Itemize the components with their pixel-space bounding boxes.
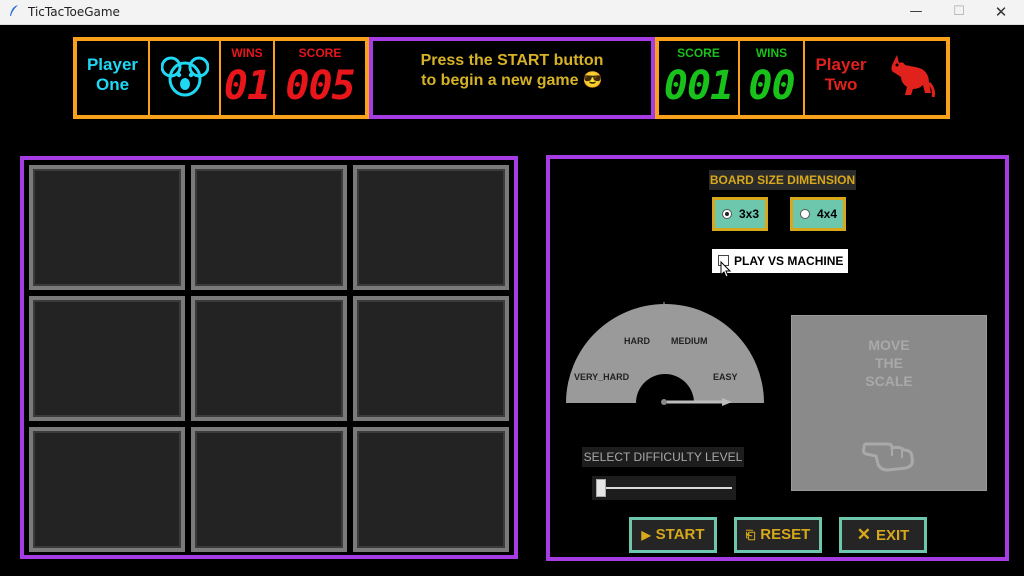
board-cell[interactable] [29, 296, 185, 421]
score-label: SCORE [677, 46, 720, 60]
player-two-wins-value: 00 [748, 63, 795, 109]
window-title: TicTacToeGame [28, 5, 120, 19]
board-cell[interactable] [191, 296, 347, 421]
exit-button[interactable]: ✕ EXIT [839, 517, 927, 553]
title-bar: TicTacToeGame — ☐ ✕ [0, 0, 1024, 25]
maximize-button[interactable]: ☐ [936, 0, 982, 25]
move-the-scale-hint: MOVE THE SCALE [791, 315, 987, 491]
start-button[interactable]: ▶ START [629, 517, 717, 553]
player-two-label: Player Two [815, 55, 867, 94]
wins-label: WINS [231, 46, 263, 60]
gauge-label-easy: EASY [713, 372, 738, 382]
difficulty-gauge: VERY_HARD HARD MEDIUM EASY [564, 289, 766, 409]
close-icon: ✕ [856, 525, 871, 544]
board-cell[interactable] [191, 427, 347, 552]
minimize-button[interactable]: — [893, 0, 939, 25]
player-one-label: Player One [86, 55, 139, 94]
reset-icon: ⎗ [745, 528, 756, 542]
feather-icon [8, 4, 22, 20]
gauge-label-very-hard: VERY_HARD [574, 372, 630, 382]
player-two-score-value: 001 [663, 63, 734, 109]
board-cell[interactable] [29, 165, 185, 290]
kangaroo-icon [891, 55, 935, 98]
player-one-score: SCORE 005 [275, 41, 365, 115]
status-message: Press the START button to begin a new ga… [420, 52, 604, 89]
player-two-scoreboard: SCORE 001 WINS 00 Player Two [655, 37, 950, 119]
board-size-3x3-radio[interactable]: 3x3 [712, 197, 768, 231]
score-label: SCORE [298, 46, 342, 60]
board-cell[interactable] [353, 165, 509, 290]
player-two-name: Player Two [805, 41, 946, 115]
close-button[interactable]: ✕ [978, 0, 1024, 25]
scale-hint-text: MOVE THE SCALE [865, 337, 913, 389]
player-one-name: Player One [77, 41, 150, 115]
gauge-label-hard: HARD [624, 336, 650, 346]
board-cell[interactable] [191, 165, 347, 290]
slider-thumb[interactable] [596, 479, 606, 497]
radio-selected-icon [722, 209, 732, 219]
player-one-wins: WINS 01 [221, 41, 275, 115]
wins-label: WINS [755, 46, 788, 60]
difficulty-label: SELECT DIFFICULTY LEVEL [582, 447, 744, 467]
play-vs-machine-checkbox[interactable]: PLAY VS MACHINE [712, 249, 848, 273]
message-panel: Press the START button to begin a new ga… [369, 37, 655, 119]
koala-icon [161, 56, 209, 97]
play-icon: ▶ [641, 528, 651, 542]
gauge-label-medium: MEDIUM [671, 336, 708, 346]
game-board [20, 156, 518, 559]
player-two-score: SCORE 001 [659, 41, 740, 115]
board-cell[interactable] [29, 427, 185, 552]
slider-line [600, 487, 732, 489]
settings-panel: BOARD SIZE DIMENSION 3x3 4x4 PLAY VS MAC… [546, 155, 1009, 561]
player-one-score-value: 005 [285, 63, 355, 109]
difficulty-slider[interactable] [592, 476, 736, 500]
game-window: Player One WINS 01 SCORE 005 Press the S… [0, 26, 1024, 576]
radio-unselected-icon [800, 209, 810, 219]
mouse-cursor-icon [720, 261, 732, 278]
player-two-wins: WINS 00 [740, 41, 805, 115]
board-size-label: BOARD SIZE DIMENSION [709, 170, 856, 190]
board-size-4x4-radio[interactable]: 4x4 [790, 197, 846, 231]
board-cell[interactable] [353, 296, 509, 421]
board-cell[interactable] [353, 427, 509, 552]
player-one-wins-value: 01 [223, 63, 271, 109]
pointing-hand-icon [862, 442, 914, 472]
player-one-avatar [150, 41, 221, 115]
player-one-scoreboard: Player One WINS 01 SCORE 005 [73, 37, 369, 119]
reset-button[interactable]: ⎗ RESET [734, 517, 822, 553]
gauge-dial [566, 302, 764, 406]
